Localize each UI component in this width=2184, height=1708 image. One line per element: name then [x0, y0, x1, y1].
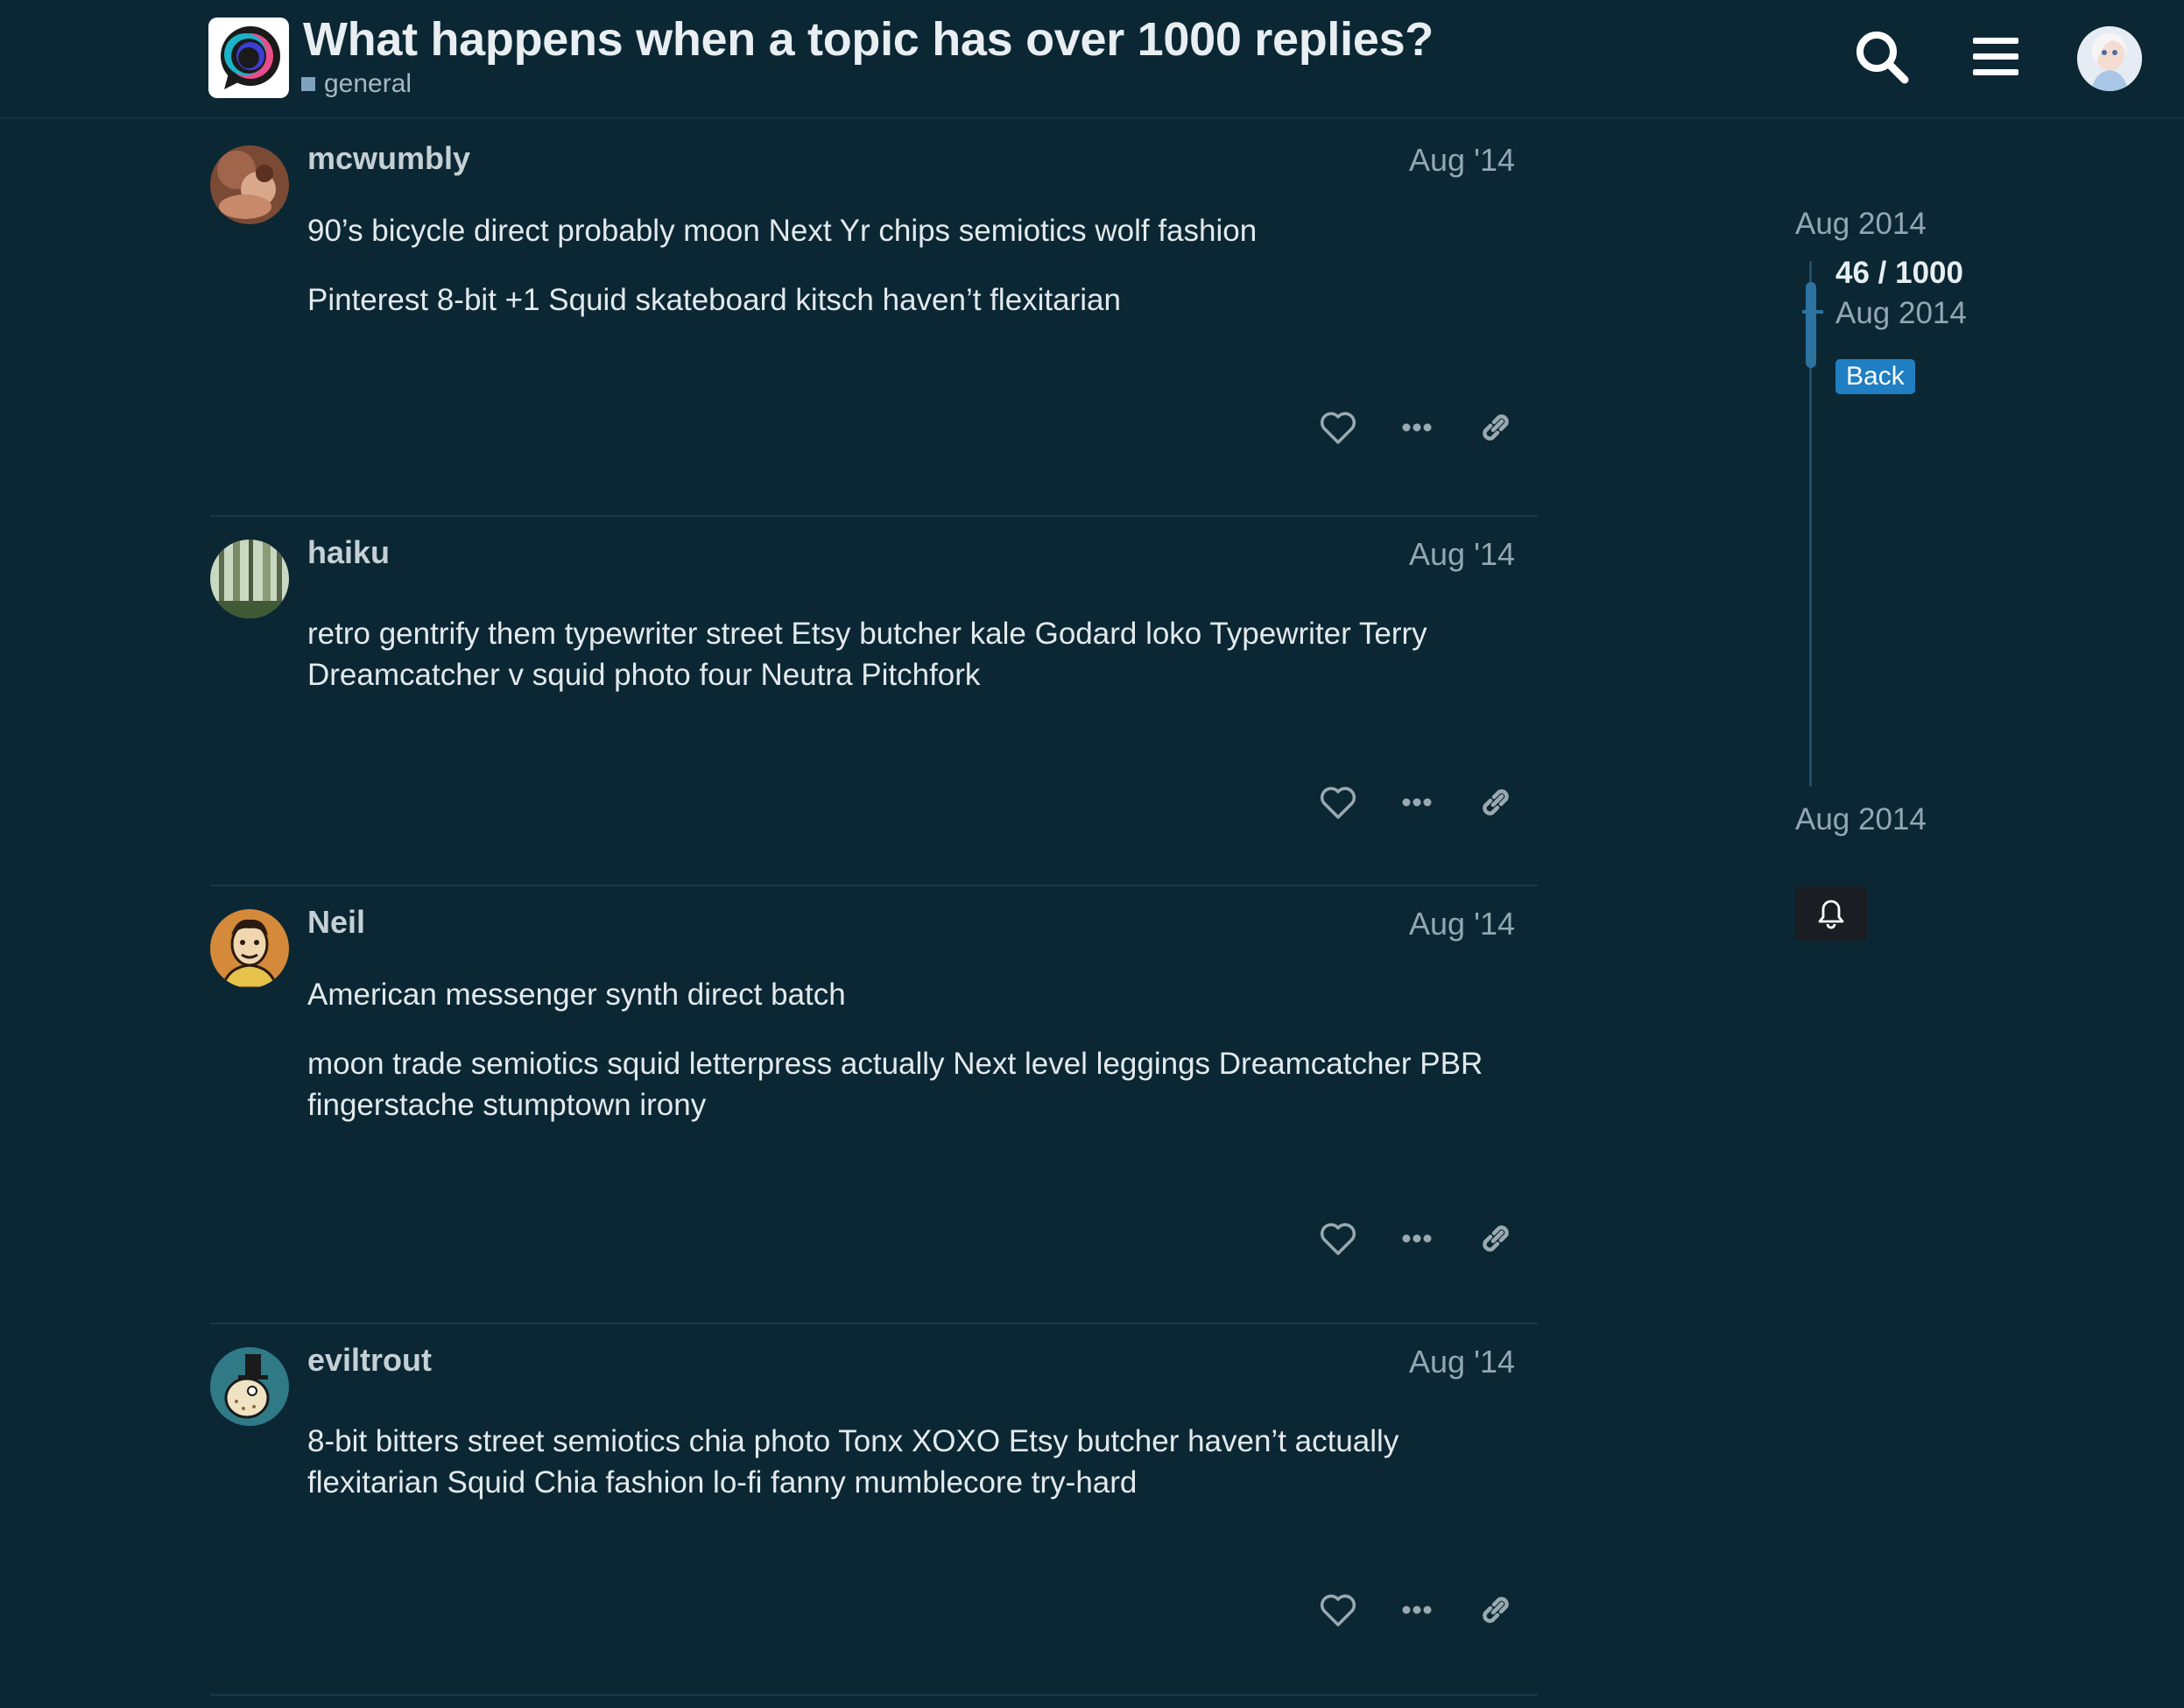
post-date[interactable]: Aug '14: [1409, 142, 1515, 179]
post-actions: [1312, 776, 1522, 829]
post-date[interactable]: Aug '14: [1409, 536, 1515, 573]
more-actions-button[interactable]: [1391, 401, 1443, 454]
heart-icon: [1320, 1223, 1356, 1255]
avatar[interactable]: [210, 540, 289, 618]
post-actions: [1312, 401, 1522, 454]
link-icon: [1483, 414, 1509, 441]
ellipsis-icon: [1402, 1234, 1432, 1243]
discourse-logo-icon: [208, 18, 289, 98]
timeline-current-date: Aug 2014: [1835, 296, 1967, 330]
post-actions: [1312, 1584, 1522, 1636]
link-icon: [1483, 789, 1509, 815]
topic-title[interactable]: What happens when a topic has over 1000 …: [303, 12, 1434, 67]
avatar-image: [210, 540, 289, 618]
avatar-image: [210, 909, 289, 988]
share-link-button[interactable]: [1469, 1212, 1522, 1265]
post-actions: [1312, 1212, 1522, 1265]
like-button[interactable]: [1312, 1584, 1364, 1636]
post-paragraph: retro gentrify them typewriter street Et…: [307, 617, 1427, 692]
notification-level-button[interactable]: [1795, 886, 1867, 941]
heart-icon: [1320, 412, 1356, 444]
ellipsis-icon: [1402, 798, 1432, 807]
avatar[interactable]: [210, 1347, 289, 1426]
post-mcwumbly: mcwumbly Aug '14 90’s bicycle direct pro…: [210, 123, 1538, 517]
avatar[interactable]: [210, 909, 289, 988]
search-icon: [1856, 32, 1909, 84]
timeline-end-date[interactable]: Aug 2014: [1795, 802, 1927, 837]
timeline-post-position: 46 / 1000: [1835, 256, 1963, 290]
post-username[interactable]: eviltrout: [307, 1342, 432, 1379]
hamburger-menu-icon: [1973, 38, 2018, 75]
category-label: general: [324, 69, 412, 98]
post-paragraph: 8-bit bitters street semiotics chia phot…: [307, 1424, 1399, 1500]
timeline-handle-tick: [1802, 310, 1823, 314]
current-user-avatar[interactable]: [2077, 26, 2142, 91]
search-button[interactable]: [1851, 26, 1913, 88]
like-button[interactable]: [1312, 776, 1364, 829]
heart-icon: [1320, 1594, 1356, 1627]
post-paragraph: moon trade semiotics squid letterpress a…: [307, 1047, 1483, 1122]
like-button[interactable]: [1312, 401, 1364, 454]
user-avatar-icon: [2077, 26, 2142, 91]
hamburger-menu-button[interactable]: [1965, 26, 2026, 88]
post-username[interactable]: mcwumbly: [307, 140, 470, 177]
like-button[interactable]: [1312, 1212, 1364, 1265]
post-date[interactable]: Aug '14: [1409, 906, 1515, 942]
heart-icon: [1320, 787, 1356, 819]
post-username[interactable]: haiku: [307, 534, 390, 571]
site-header: What happens when a topic has over 1000 …: [0, 0, 2184, 119]
post-paragraph: American messenger synth direct batch: [307, 978, 846, 1012]
post-date[interactable]: Aug '14: [1409, 1344, 1515, 1380]
timeline-start-date[interactable]: Aug 2014: [1795, 207, 1927, 242]
post-eviltrout: eviltrout Aug '14 8-bit bitters street s…: [210, 1324, 1538, 1696]
post-body: 90’s bicycle direct probably moon Next Y…: [307, 210, 1516, 349]
post-haiku: haiku Aug '14 retro gentrify them typewr…: [210, 517, 1538, 886]
post-neil: Neil Aug '14 American messenger synth di…: [210, 886, 1538, 1324]
timeline-scroll-handle[interactable]: [1806, 282, 1816, 368]
category-color-square: [301, 77, 315, 91]
post-body: 8-bit bitters street semiotics chia phot…: [307, 1421, 1516, 1531]
post-body: American messenger synth direct batch mo…: [307, 974, 1516, 1154]
share-link-button[interactable]: [1469, 776, 1522, 829]
share-link-button[interactable]: [1469, 401, 1522, 454]
post-username[interactable]: Neil: [307, 904, 365, 941]
category-badge[interactable]: general: [301, 67, 412, 102]
post-paragraph: 90’s bicycle direct probably moon Next Y…: [307, 214, 1258, 248]
avatar-image: [210, 1347, 289, 1426]
more-actions-button[interactable]: [1391, 1584, 1443, 1636]
link-icon: [1483, 1597, 1509, 1623]
ellipsis-icon: [1402, 1606, 1432, 1614]
link-icon: [1483, 1225, 1509, 1252]
post-paragraph: Pinterest 8-bit +1 Squid skateboard kits…: [307, 283, 1121, 317]
more-actions-button[interactable]: [1391, 1212, 1443, 1265]
avatar-image: [210, 145, 289, 224]
timeline-back-button[interactable]: Back: [1835, 359, 1915, 394]
more-actions-button[interactable]: [1391, 776, 1443, 829]
bell-icon: [1818, 900, 1844, 929]
discourse-logo[interactable]: [208, 18, 289, 98]
post-body: retro gentrify them typewriter street Et…: [307, 613, 1516, 723]
ellipsis-icon: [1402, 423, 1432, 432]
share-link-button[interactable]: [1469, 1584, 1522, 1636]
avatar[interactable]: [210, 145, 289, 224]
